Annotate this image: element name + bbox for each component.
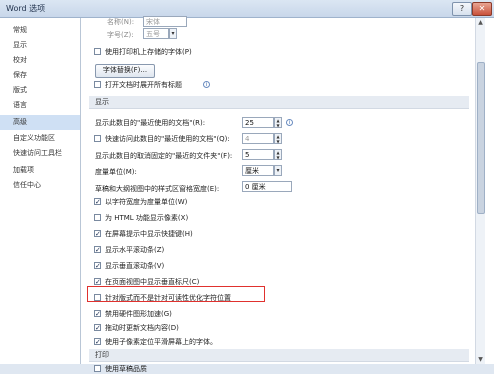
- chevron-down-icon[interactable]: ▾: [274, 165, 282, 176]
- info-icon: i: [203, 81, 210, 88]
- shortcut-tips-label: 在屏幕提示中显示快捷键(H): [105, 230, 193, 238]
- title-bar: Word 选项 ? ✕: [0, 0, 494, 18]
- scroll-up-icon[interactable]: ▲: [476, 18, 485, 27]
- options-content: 名称(N): 宋体 字号(Z): 五号 ▾ 使用打印机上存储的字体(P) 字体替…: [81, 16, 494, 373]
- annotation-highlight-box: [87, 286, 265, 302]
- chevron-down-icon[interactable]: ▾: [169, 28, 177, 39]
- style-area-width-input[interactable]: 0 厘米: [242, 181, 292, 192]
- subpixel-fonts-label: 使用子像素定位平滑屏幕上的字体。: [105, 338, 217, 346]
- scroll-down-icon[interactable]: ▼: [476, 355, 485, 364]
- h-scrollbar-checkbox[interactable]: [94, 246, 101, 253]
- sidebar-item-layout[interactable]: 版式: [0, 83, 80, 98]
- unpinned-folders-spinner[interactable]: ▲ ▼: [274, 149, 282, 160]
- close-button[interactable]: ✕: [472, 2, 492, 16]
- sidebar-item-trust-center[interactable]: 信任中心: [0, 178, 80, 193]
- printer-font-checkbox[interactable]: [94, 48, 101, 55]
- sidebar-item-general[interactable]: 常规: [0, 23, 80, 38]
- sidebar-item-customize-ribbon[interactable]: 自定义功能区: [0, 131, 80, 146]
- disable-hw-acceleration-checkbox[interactable]: [94, 310, 101, 317]
- quick-access-input[interactable]: 4: [242, 133, 274, 144]
- font-name-select[interactable]: 宋体: [143, 16, 187, 27]
- live-drag-update-label: 拖动时更新文档内容(D): [105, 324, 179, 332]
- draft-quality-checkbox[interactable]: [94, 365, 101, 372]
- draft-quality-label: 使用草稿品质: [105, 365, 147, 373]
- sidebar-item-add-ins[interactable]: 加载项: [0, 163, 80, 178]
- shortcut-tips-checkbox[interactable]: [94, 230, 101, 237]
- quick-access-checkbox[interactable]: [94, 135, 101, 142]
- font-substitution-button[interactable]: 字体替换(F)...: [95, 64, 155, 78]
- v-ruler-checkbox[interactable]: [94, 278, 101, 285]
- recent-docs-label: 显示此数目的"最近使用的文档"(R):: [95, 119, 206, 127]
- v-scrollbar-checkbox[interactable]: [94, 262, 101, 269]
- quick-access-spinner[interactable]: ▲ ▼: [274, 133, 282, 144]
- units-label: 度量单位(M):: [95, 168, 137, 176]
- h-scrollbar-label: 显示水平滚动条(Z): [105, 246, 165, 254]
- scrollbar-thumb[interactable]: [477, 62, 485, 214]
- subpixel-fonts-checkbox[interactable]: [94, 338, 101, 345]
- disable-hw-acceleration-label: 禁用硬件图形加速(G): [105, 310, 172, 318]
- recent-docs-spinner[interactable]: ▲ ▼: [274, 117, 282, 128]
- live-drag-update-checkbox[interactable]: [94, 324, 101, 331]
- expand-headings-checkbox[interactable]: [94, 81, 101, 88]
- v-scrollbar-label: 显示垂直滚动条(V): [105, 262, 165, 270]
- sidebar-item-display[interactable]: 显示: [0, 38, 80, 53]
- printer-font-label: 使用打印机上存储的字体(P): [105, 48, 192, 56]
- font-size-select[interactable]: 五号: [143, 28, 169, 39]
- style-area-width-label: 草稿和大纲视图中的样式区窗格宽度(E):: [95, 185, 220, 193]
- font-size-label: 字号(Z):: [107, 31, 134, 39]
- display-section-header: 显示: [89, 96, 469, 109]
- font-name-label: 名称(N):: [107, 18, 135, 26]
- expand-headings-label: 打开文档时展开所有标题: [105, 81, 182, 89]
- print-section-header: 打印: [89, 349, 469, 362]
- html-pixels-label: 为 HTML 功能显示像素(X): [105, 214, 189, 222]
- sidebar-item-language[interactable]: 语言: [0, 98, 80, 113]
- sidebar-item-proofing[interactable]: 校对: [0, 53, 80, 68]
- help-button[interactable]: ?: [452, 2, 472, 16]
- sidebar-item-save[interactable]: 保存: [0, 68, 80, 83]
- unpinned-folders-label: 显示此数目的取消固定的"最近的文件夹"(F):: [95, 152, 233, 160]
- char-units-label: 以字符宽度为度量单位(W): [105, 198, 188, 206]
- vertical-scrollbar[interactable]: ▲ ▼: [475, 18, 485, 364]
- quick-access-label: 快速访问此数目的"最近使用的文档"(Q):: [105, 135, 230, 143]
- sidebar-item-quick-access-toolbar[interactable]: 快速访问工具栏: [0, 146, 80, 161]
- sidebar-item-advanced[interactable]: 高级: [0, 115, 80, 130]
- html-pixels-checkbox[interactable]: [94, 214, 101, 221]
- recent-docs-input[interactable]: 25: [242, 117, 274, 128]
- char-units-checkbox[interactable]: [94, 198, 101, 205]
- window-title: Word 选项: [6, 4, 46, 13]
- info-icon: i: [286, 119, 293, 126]
- units-select[interactable]: 厘米: [242, 165, 274, 176]
- options-sidebar: 常规 显示 校对 保存 版式 语言 高级 自定义功能区 快速访问工具栏 加载项 …: [0, 18, 81, 364]
- unpinned-folders-input[interactable]: 5: [242, 149, 274, 160]
